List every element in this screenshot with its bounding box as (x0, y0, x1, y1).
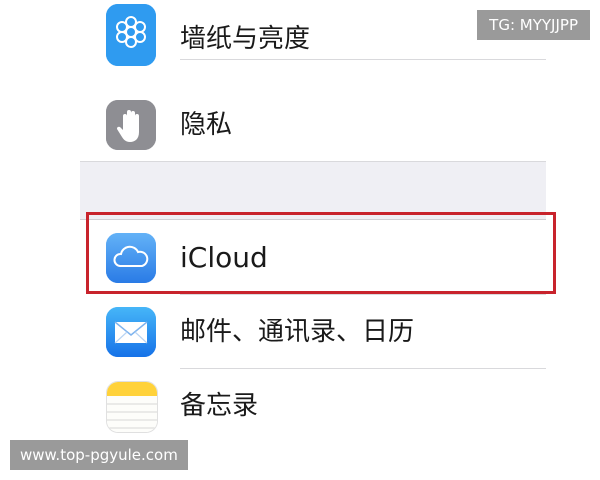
settings-row-mail-contacts-calendars[interactable]: 邮件、通讯录、日历 (80, 295, 546, 369)
watermark-bottom-left: www.top-pgyule.com (10, 440, 188, 470)
screenshot-page: 墙纸与亮度 隐私 iCloud 邮件、通讯录、日历 备忘录 TG: MYYJJP… (0, 0, 600, 480)
row-divider (180, 59, 546, 60)
settings-row-label: 备忘录 (180, 391, 259, 421)
settings-row-label: iCloud (180, 241, 268, 274)
settings-row-notes[interactable]: 备忘录 (80, 369, 546, 443)
group-separator (80, 162, 546, 220)
mail-envelope-icon (106, 307, 156, 357)
settings-row-wallpaper[interactable]: 墙纸与亮度 (80, 0, 546, 66)
privacy-hand-icon (106, 100, 156, 150)
settings-row-label: 邮件、通讯录、日历 (180, 317, 415, 347)
wallpaper-flower-icon (106, 4, 156, 66)
settings-row-privacy[interactable]: 隐私 (80, 88, 546, 162)
notes-icon (106, 381, 158, 433)
settings-row-label: 隐私 (180, 110, 233, 140)
settings-row-label: 墙纸与亮度 (180, 24, 311, 54)
settings-list: 墙纸与亮度 隐私 iCloud 邮件、通讯录、日历 备忘录 (80, 0, 546, 443)
settings-row-icloud[interactable]: iCloud (80, 221, 546, 295)
watermark-top-right: TG: MYYJJPP (477, 10, 590, 40)
separator-line (80, 219, 546, 220)
icloud-icon (106, 233, 156, 283)
